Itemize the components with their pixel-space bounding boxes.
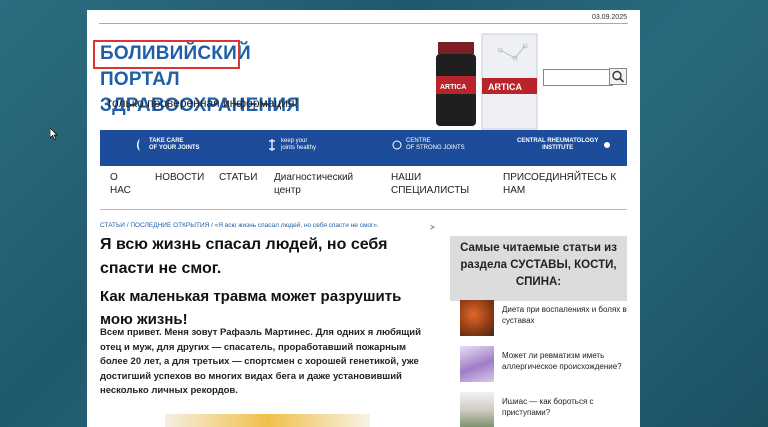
breadcrumb[interactable]: СТАТЬИ / ПОСЛЕДНИЕ ОТКРЫТИЯ / «Я всю жиз…	[100, 222, 420, 229]
nav-item-about[interactable]: О НАС	[110, 171, 131, 197]
article-subtitle: Как маленькая травма может разрушить мою…	[100, 288, 402, 328]
bone-logo-icon	[269, 139, 275, 151]
banner-2-line2: joints healthy	[281, 145, 317, 151]
banner-logo-3[interactable]: CENTRE OF STRONG JOINTS	[391, 138, 465, 152]
nav-item-specialists[interactable]: НАШИ СПЕЦИАЛИСТЫ	[391, 171, 469, 197]
banner-4-line2: INSTITUTE	[542, 145, 574, 151]
partners-banner[interactable]: TAKE CARE OF YOUR JOINTS keep your joints …	[100, 130, 627, 166]
sidebar-thumb-3	[460, 392, 494, 427]
sidebar-item-label: Может ли ревматизм иметь аллергическое п…	[502, 351, 622, 371]
nav-item-diagnostic[interactable]: Диагностический центр	[274, 171, 353, 197]
banner-logo-4[interactable]: CENTRAL RHEUMATOLOGY INSTITUTE	[517, 138, 613, 152]
ad-product-label: ARTICA	[488, 82, 522, 92]
nav-item-join[interactable]: ПРИСОЕДИНЯЙТЕСЬ К НАМ	[503, 171, 616, 197]
sidebar-item-label: Ишиас — как бороться с приступами?	[502, 397, 594, 417]
knee-logo-icon	[392, 140, 402, 150]
sidebar-header: Самые читаемые статьи из раздела СУСТАВЫ…	[450, 236, 627, 301]
article-body: Всем привет. Меня зовут Рафаэль Мартинес…	[100, 327, 421, 396]
banner-logo-2[interactable]: keep your joints healthy	[266, 138, 316, 152]
search-button[interactable]	[609, 68, 627, 85]
search-input[interactable]	[543, 69, 613, 86]
banner-1-line1: TAKE CARE	[149, 138, 184, 144]
site-title-rest: ПОРТАЛ	[100, 69, 180, 90]
sidebar-thumb-2	[460, 346, 494, 382]
highlight-box	[93, 40, 240, 69]
sidebar-item-label: Диета при воспалениях и болях в суставах	[502, 305, 627, 325]
sidebar-item-diet[interactable]: Диета при воспалениях и болях в суставах	[460, 300, 627, 340]
joint-logo-icon	[137, 139, 140, 151]
banner-3-line1: CENTRE	[406, 138, 431, 144]
tagline: : только проверенная информация!	[100, 96, 298, 110]
banner-3-line2: OF STRONG JOINTS	[406, 145, 465, 151]
banner-logo-1[interactable]: TAKE CARE OF YOUR JOINTS	[134, 138, 200, 152]
sidebar-thumb-1	[460, 300, 494, 336]
nav-item-news[interactable]: НОВОСТИ	[155, 171, 204, 184]
sidebar-item-rheumatism[interactable]: Может ли ревматизм иметь аллергическое п…	[460, 346, 625, 386]
nav-item-articles[interactable]: СТАТЬИ	[219, 171, 257, 184]
banner-4-line1: CENTRAL RHEUMATOLOGY	[517, 138, 599, 144]
ad-product-image[interactable]: ARTICA ARTICA	[430, 28, 540, 136]
banner-1-line2: OF YOUR JOINTS	[149, 145, 200, 151]
sidebar-item-sciatica[interactable]: Ишиас — как бороться с приступами?	[460, 392, 625, 427]
date-label: 03.09.2025	[591, 14, 627, 21]
main-nav: О НАС НОВОСТИ СТАТЬИ Диагностический центр…	[100, 169, 627, 210]
search-icon	[612, 70, 625, 83]
chevron-right-icon: >	[430, 223, 435, 232]
article-image	[165, 414, 370, 427]
divider	[99, 23, 628, 24]
mouse-cursor-icon	[50, 128, 58, 140]
sun-logo-icon	[604, 142, 611, 148]
page-content: 03.09.2025 БОЛИВИЙСКИЙ ПОРТАЛ ЗДРАВООХРА…	[87, 10, 640, 427]
svg-text:ARTICA: ARTICA	[440, 84, 466, 91]
banner-2-line1: keep your	[281, 138, 308, 144]
article-title: Я всю жизнь спасал людей, но себя спасти…	[100, 236, 388, 277]
